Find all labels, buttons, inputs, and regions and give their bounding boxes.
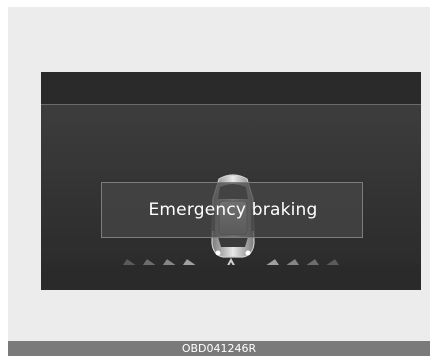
figure-code-strip: OBD041246R [8, 341, 430, 356]
cluster-display: Emergency braking [41, 72, 421, 290]
warning-message-box: Emergency braking [101, 182, 363, 238]
display-top-bar [41, 72, 421, 104]
illustration-frame: Emergency braking [8, 7, 430, 341]
figure-code: OBD041246R [181, 342, 257, 355]
emergency-braking-message: Emergency braking [148, 200, 318, 220]
display-bottom-bar [41, 265, 421, 290]
display-main-area: Emergency braking [41, 104, 421, 287]
